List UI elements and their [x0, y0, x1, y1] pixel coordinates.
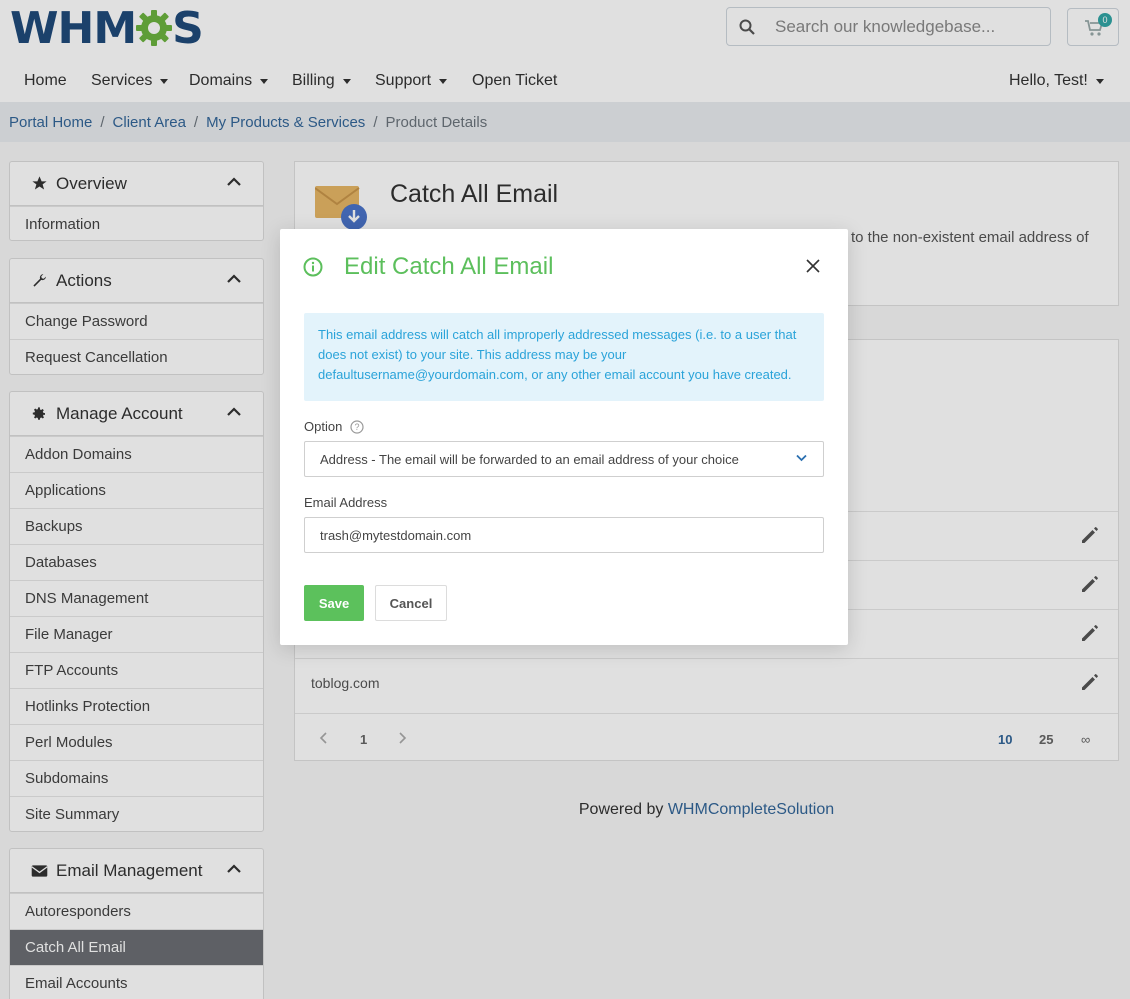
email-address-label: Email Address [304, 495, 387, 510]
email-address-value: trash@mytestdomain.com [320, 527, 472, 543]
email-address-field[interactable]: trash@mytestdomain.com [304, 517, 824, 553]
modal-title: Edit Catch All Email [303, 253, 553, 281]
chevron-down-icon [796, 454, 807, 462]
edit-catch-all-modal: Edit Catch All Email This email address … [280, 229, 848, 645]
question-circle-icon[interactable]: ? [350, 419, 364, 434]
option-label: Option ? [304, 419, 364, 434]
info-alert: This email address will catch all improp… [304, 313, 824, 401]
info-circle-icon [303, 257, 323, 277]
svg-text:?: ? [355, 422, 360, 432]
option-select[interactable]: Address - The email will be forwarded to… [304, 441, 824, 477]
option-label-text: Option [304, 419, 343, 434]
option-select-value: Address - The email will be forwarded to… [320, 451, 739, 467]
email-address-label-text: Email Address [304, 495, 388, 510]
save-button[interactable]: Save [304, 585, 364, 621]
modal-title-text: Edit Catch All Email [344, 253, 554, 280]
cancel-button[interactable]: Cancel [375, 585, 447, 621]
close-icon[interactable] [806, 259, 820, 273]
